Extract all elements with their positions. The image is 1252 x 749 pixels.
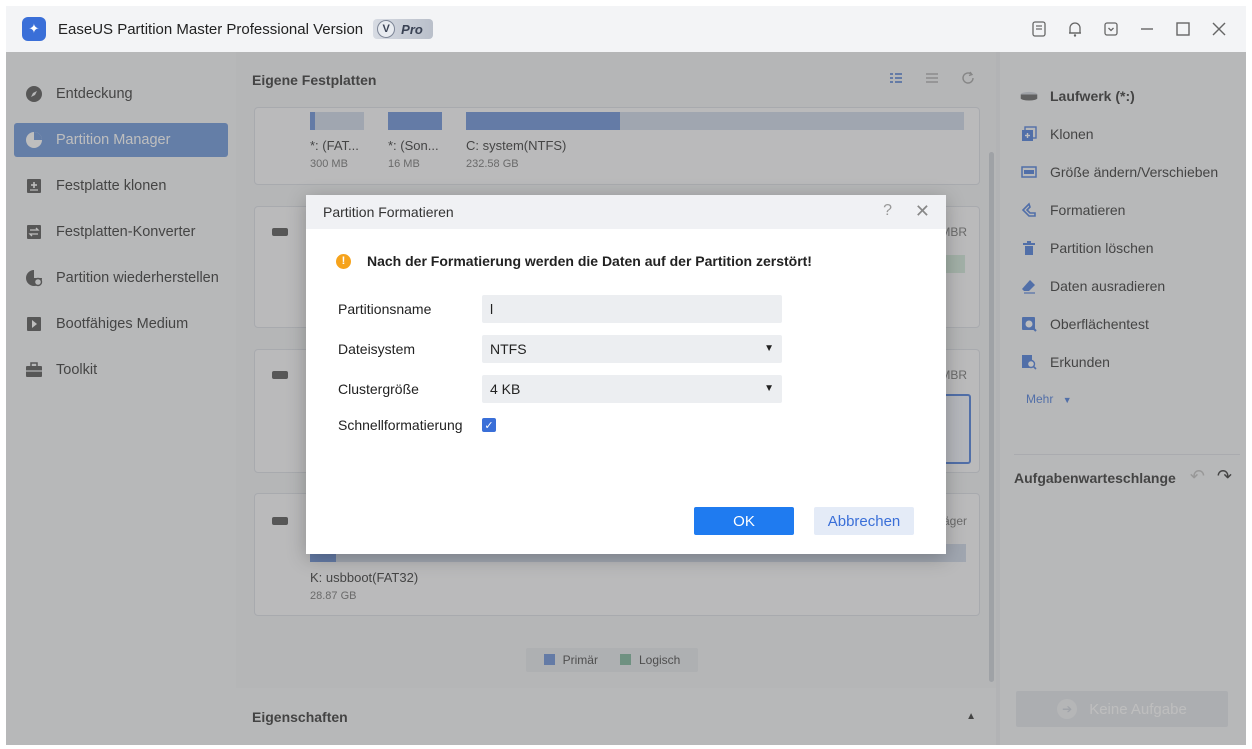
maximize-icon[interactable] [1174,20,1192,38]
ok-button[interactable]: OK [694,507,794,535]
title-bar: ✦ EaseUS Partition Master Professional V… [6,6,1246,52]
minimize-icon[interactable] [1138,20,1156,38]
notification-bell-icon[interactable] [1066,20,1084,38]
feedback-icon[interactable] [1030,20,1048,38]
close-window-icon[interactable] [1210,20,1228,38]
menu-dropdown-icon[interactable] [1102,20,1120,38]
version-badge-icon: V [377,20,396,38]
dialog-header: Partition Formatieren [306,195,946,229]
caret-down-icon: ▼ [764,383,774,394]
warning-message: ! Nach der Formatierung werden die Daten… [336,253,812,269]
quick-format-checkbox[interactable]: ✓ [482,418,496,432]
cluster-size-label: Clustergröße [338,381,419,397]
close-icon[interactable]: ✕ [915,201,930,222]
filesystem-label: Dateisystem [338,341,416,357]
app-logo-icon: ✦ [22,17,46,41]
pro-badge[interactable]: V Pro [373,19,433,39]
app-title: EaseUS Partition Master Professional Ver… [58,20,364,38]
pro-badge-label: Pro [401,21,423,37]
cancel-button[interactable]: Abbrechen [814,507,914,535]
warning-icon: ! [336,253,351,269]
partition-name-input[interactable]: l [482,295,782,323]
partition-name-label: Partitionsname [338,301,432,317]
caret-down-icon: ▼ [764,343,774,354]
filesystem-select[interactable]: NTFS ▼ [482,335,782,363]
format-partition-dialog: Partition Formatieren ? ✕ ! Nach der For… [306,195,946,554]
quick-format-label: Schnellformatierung [338,417,463,433]
cluster-size-select[interactable]: 4 KB ▼ [482,375,782,403]
dialog-title: Partition Formatieren [323,204,454,220]
help-icon[interactable]: ? [883,202,892,220]
